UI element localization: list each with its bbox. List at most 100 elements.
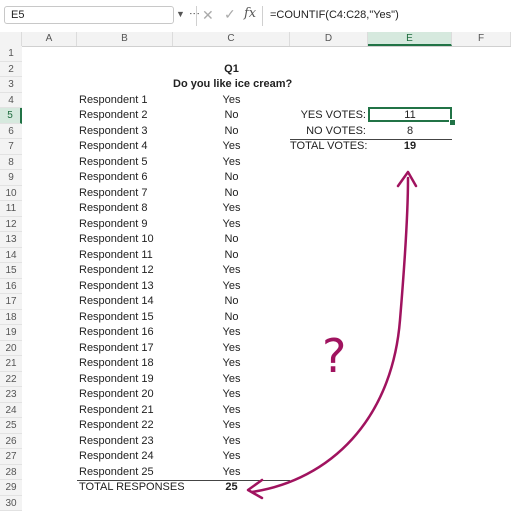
respondent-name[interactable]: Respondent 1	[79, 93, 148, 109]
respondent-answer[interactable]: Yes	[173, 449, 290, 465]
row-header-6[interactable]: 6	[0, 123, 22, 139]
respondent-name[interactable]: Respondent 4	[79, 139, 148, 155]
row-header-20[interactable]: 20	[0, 340, 22, 356]
respondent-name[interactable]: Respondent 21	[79, 403, 154, 419]
respondent-answer[interactable]: No	[173, 232, 290, 248]
respondent-name[interactable]: Respondent 24	[79, 449, 154, 465]
row-header-19[interactable]: 19	[0, 325, 22, 341]
respondent-answer[interactable]: Yes	[173, 93, 290, 109]
column-header-e[interactable]: E	[368, 32, 452, 46]
question-text[interactable]: Do you like ice cream?	[173, 77, 292, 93]
row-header-18[interactable]: 18	[0, 309, 22, 325]
respondent-name[interactable]: Respondent 10	[79, 232, 154, 248]
respondent-name[interactable]: Respondent 23	[79, 434, 154, 450]
row-header-21[interactable]: 21	[0, 356, 22, 372]
respondent-name[interactable]: Respondent 22	[79, 418, 154, 434]
question-title[interactable]: Q1	[173, 62, 290, 78]
respondent-answer[interactable]: Yes	[173, 356, 290, 372]
total-responses-label[interactable]: TOTAL RESPONSES	[79, 480, 185, 496]
respondent-answer[interactable]: Yes	[173, 403, 290, 419]
respondent-answer[interactable]: No	[173, 294, 290, 310]
respondent-name[interactable]: Respondent 18	[79, 356, 154, 372]
row-header-7[interactable]: 7	[0, 139, 22, 155]
respondent-answer[interactable]: No	[173, 310, 290, 326]
respondent-name[interactable]: Respondent 16	[79, 325, 154, 341]
respondent-answer[interactable]: Yes	[173, 418, 290, 434]
total-responses-value[interactable]: 25	[173, 480, 290, 496]
respondent-name[interactable]: Respondent 25	[79, 465, 154, 481]
respondent-name[interactable]: Respondent 5	[79, 155, 148, 171]
respondent-answer[interactable]: Yes	[173, 372, 290, 388]
row-header-30[interactable]: 30	[0, 495, 22, 511]
respondent-answer[interactable]: Yes	[173, 325, 290, 341]
active-cell-selection[interactable]	[368, 107, 452, 122]
respondent-answer[interactable]: No	[173, 186, 290, 202]
row-header-26[interactable]: 26	[0, 433, 22, 449]
row-header-28[interactable]: 28	[0, 464, 22, 480]
respondent-answer[interactable]: No	[173, 170, 290, 186]
row-header-23[interactable]: 23	[0, 387, 22, 403]
row-header-2[interactable]: 2	[0, 61, 22, 77]
respondent-name[interactable]: Respondent 17	[79, 341, 154, 357]
cancel-icon[interactable]: ✕	[202, 7, 214, 24]
respondent-answer[interactable]: Yes	[173, 201, 290, 217]
row-header-1[interactable]: 1	[0, 46, 22, 62]
yes-votes-label[interactable]: YES VOTES:	[290, 108, 366, 124]
respondent-answer[interactable]: Yes	[173, 387, 290, 403]
formula-input[interactable]: =COUNTIF(C4:C28,"Yes")	[270, 9, 399, 21]
row-header-11[interactable]: 11	[0, 201, 22, 217]
column-header-c[interactable]: C	[173, 32, 290, 46]
row-header-8[interactable]: 8	[0, 154, 22, 170]
row-header-16[interactable]: 16	[0, 278, 22, 294]
row-header-17[interactable]: 17	[0, 294, 22, 310]
more-options-icon[interactable]: ⋮	[188, 8, 201, 19]
respondent-name[interactable]: Respondent 14	[79, 294, 154, 310]
respondent-answer[interactable]: Yes	[173, 139, 290, 155]
row-header-29[interactable]: 29	[0, 480, 22, 496]
respondent-answer[interactable]: Yes	[173, 341, 290, 357]
respondent-name[interactable]: Respondent 6	[79, 170, 148, 186]
row-header-14[interactable]: 14	[0, 247, 22, 263]
respondent-name[interactable]: Respondent 20	[79, 387, 154, 403]
select-all-corner[interactable]	[0, 32, 22, 46]
column-header-a[interactable]: A	[22, 32, 77, 46]
respondent-name[interactable]: Respondent 13	[79, 279, 154, 295]
row-header-9[interactable]: 9	[0, 170, 22, 186]
respondent-name[interactable]: Respondent 2	[79, 108, 148, 124]
column-header-b[interactable]: B	[77, 32, 173, 46]
respondent-name[interactable]: Respondent 8	[79, 201, 148, 217]
respondent-answer[interactable]: Yes	[173, 217, 290, 233]
row-header-25[interactable]: 25	[0, 418, 22, 434]
column-header-d[interactable]: D	[290, 32, 368, 46]
respondent-name[interactable]: Respondent 3	[79, 124, 148, 140]
respondent-name[interactable]: Respondent 7	[79, 186, 148, 202]
respondent-answer[interactable]: Yes	[173, 155, 290, 171]
respondent-name[interactable]: Respondent 15	[79, 310, 154, 326]
respondent-name[interactable]: Respondent 11	[79, 248, 153, 264]
no-votes-label[interactable]: NO VOTES:	[290, 124, 366, 140]
row-header-12[interactable]: 12	[0, 216, 22, 232]
no-votes-value[interactable]: 8	[368, 124, 452, 140]
respondent-answer[interactable]: No	[173, 108, 290, 124]
row-header-3[interactable]: 3	[0, 77, 22, 93]
name-box[interactable]: E5	[4, 6, 174, 24]
enter-icon[interactable]: ✓	[224, 6, 236, 23]
respondent-answer[interactable]: Yes	[173, 263, 290, 279]
row-header-10[interactable]: 10	[0, 185, 22, 201]
column-header-f[interactable]: F	[452, 32, 511, 46]
respondent-answer[interactable]: Yes	[173, 279, 290, 295]
insert-function-icon[interactable]: fx	[244, 6, 256, 21]
row-header-22[interactable]: 22	[0, 371, 22, 387]
respondent-name[interactable]: Respondent 19	[79, 372, 154, 388]
respondent-name[interactable]: Respondent 12	[79, 263, 154, 279]
respondent-name[interactable]: Respondent 9	[79, 217, 148, 233]
respondent-answer[interactable]: No	[173, 124, 290, 140]
respondent-answer[interactable]: Yes	[173, 465, 290, 481]
row-header-24[interactable]: 24	[0, 402, 22, 418]
row-header-15[interactable]: 15	[0, 263, 22, 279]
total-votes-label[interactable]: TOTAL VOTES:	[290, 139, 367, 155]
respondent-answer[interactable]: Yes	[173, 434, 290, 450]
row-header-4[interactable]: 4	[0, 92, 22, 108]
row-header-27[interactable]: 27	[0, 449, 22, 465]
fill-handle[interactable]	[449, 119, 456, 126]
